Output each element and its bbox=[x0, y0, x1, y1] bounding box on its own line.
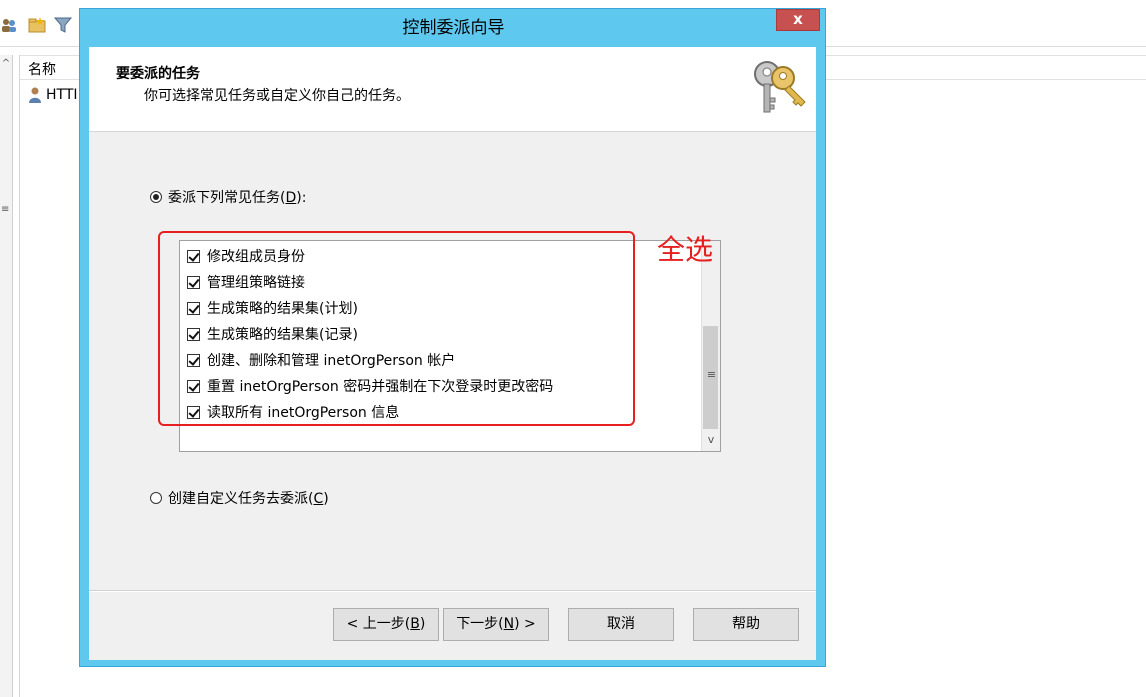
scroll-thumb[interactable]: ≡ bbox=[703, 326, 718, 429]
filter-icon[interactable] bbox=[54, 16, 72, 34]
radio-label-common: 委派下列常见任务(D): bbox=[168, 190, 307, 206]
chevron-up-icon[interactable]: ^ bbox=[0, 56, 12, 72]
list-item[interactable]: HTTI bbox=[28, 86, 78, 104]
annotation-label: 全选 bbox=[657, 233, 714, 266]
pane-divider[interactable] bbox=[19, 55, 20, 697]
radio-button[interactable] bbox=[150, 492, 162, 504]
column-header-name[interactable]: 名称 bbox=[28, 59, 56, 79]
footer-divider bbox=[89, 590, 816, 592]
radio-button[interactable] bbox=[150, 191, 162, 203]
users-icon[interactable] bbox=[0, 16, 18, 34]
list-item-label: HTTI bbox=[46, 87, 78, 103]
close-button[interactable]: x bbox=[776, 9, 820, 31]
radio-label-custom: 创建自定义任务去委派(C) bbox=[168, 491, 329, 507]
grip-icon[interactable]: ≡ bbox=[1, 205, 11, 215]
help-button[interactable]: 帮助 bbox=[693, 608, 799, 641]
annotation-highlight-box bbox=[158, 231, 635, 426]
back-button[interactable]: < 上一步(B) bbox=[333, 608, 439, 641]
radio-create-custom-task[interactable]: 创建自定义任务去委派(C) bbox=[150, 488, 329, 508]
list-scrollbar[interactable]: ≡ v bbox=[701, 241, 720, 451]
radio-delegate-common-tasks[interactable]: 委派下列常见任务(D): bbox=[150, 187, 306, 207]
new-folder-icon[interactable] bbox=[28, 16, 46, 34]
next-button[interactable]: 下一步(N) > bbox=[443, 608, 549, 641]
grip-icon: ≡ bbox=[706, 368, 717, 381]
keys-icon bbox=[754, 61, 806, 113]
console-tree-pane[interactable] bbox=[0, 55, 13, 697]
wizard-header: 要委派的任务 你可选择常见任务或自定义你自己的任务。 bbox=[89, 47, 816, 132]
page-subtitle: 你可选择常见任务或自定义你自己的任务。 bbox=[144, 88, 410, 104]
dialog-title: 控制委派向导 bbox=[402, 18, 505, 38]
user-icon bbox=[29, 87, 41, 103]
page-title: 要委派的任务 bbox=[116, 66, 200, 82]
chevron-down-icon[interactable]: v bbox=[702, 431, 720, 449]
cancel-button[interactable]: 取消 bbox=[568, 608, 674, 641]
